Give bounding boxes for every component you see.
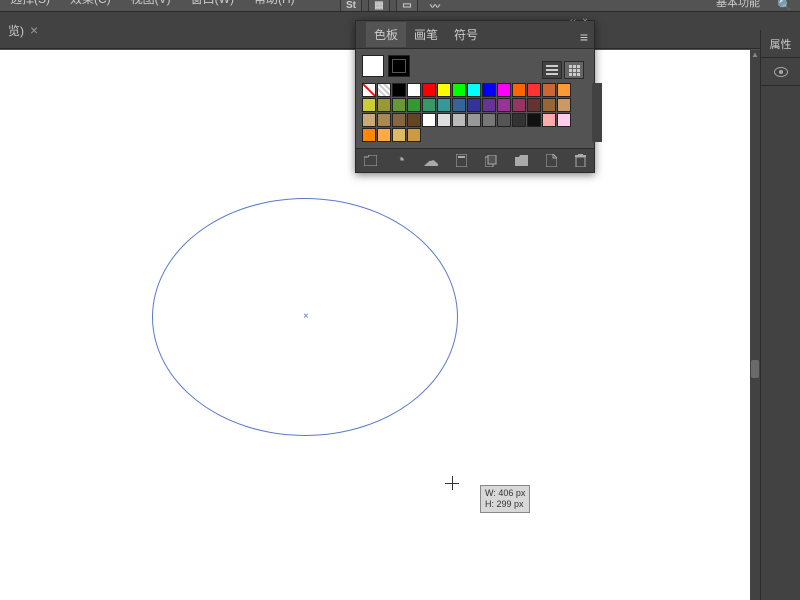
color-swatch[interactable] bbox=[437, 98, 451, 112]
color-swatch[interactable] bbox=[437, 113, 451, 127]
color-swatch[interactable] bbox=[557, 83, 571, 97]
document-tab[interactable]: 览) × bbox=[0, 15, 46, 45]
color-swatch[interactable] bbox=[542, 83, 556, 97]
color-swatch[interactable] bbox=[482, 83, 496, 97]
color-swatch[interactable] bbox=[497, 83, 511, 97]
tab-swatches[interactable]: 色板 bbox=[366, 22, 406, 47]
color-swatch[interactable] bbox=[407, 113, 421, 127]
view-toggle bbox=[542, 61, 584, 79]
color-swatch[interactable] bbox=[527, 113, 541, 127]
color-swatch[interactable] bbox=[497, 113, 511, 127]
color-swatch[interactable] bbox=[557, 113, 571, 127]
layer-visibility[interactable] bbox=[761, 58, 800, 86]
grid-view-button[interactable] bbox=[564, 61, 584, 79]
panel-header: 色板 画笔 符号 ≡ bbox=[356, 21, 594, 49]
color-swatch[interactable] bbox=[377, 83, 391, 97]
color-swatch[interactable] bbox=[512, 113, 526, 127]
fill-color-chip[interactable] bbox=[362, 55, 384, 77]
show-kind-icon[interactable]: ◔ bbox=[395, 154, 406, 168]
color-swatch[interactable] bbox=[362, 113, 376, 127]
color-swatch[interactable] bbox=[377, 98, 391, 112]
color-swatch[interactable] bbox=[512, 83, 526, 97]
color-swatch[interactable] bbox=[392, 113, 406, 127]
color-swatch[interactable] bbox=[422, 113, 436, 127]
color-swatch[interactable] bbox=[482, 98, 496, 112]
color-swatch[interactable] bbox=[512, 98, 526, 112]
color-swatch[interactable] bbox=[377, 113, 391, 127]
scroll-up-icon[interactable]: ▲ bbox=[750, 50, 760, 62]
color-swatch[interactable] bbox=[467, 83, 481, 97]
color-swatch[interactable] bbox=[452, 113, 466, 127]
stroke-color-chip[interactable] bbox=[388, 55, 410, 77]
dimension-tooltip: W: 406 px H: 299 px bbox=[480, 485, 530, 513]
color-swatch[interactable] bbox=[452, 83, 466, 97]
color-swatch[interactable] bbox=[527, 98, 541, 112]
color-swatch[interactable] bbox=[452, 98, 466, 112]
scrollbar-thumb[interactable] bbox=[751, 360, 759, 378]
menu-window[interactable]: 窗口(W) bbox=[191, 0, 234, 8]
color-swatch[interactable] bbox=[437, 83, 451, 97]
color-swatch[interactable] bbox=[407, 128, 421, 142]
tooltip-width: W: 406 px bbox=[485, 488, 525, 499]
folder-icon[interactable] bbox=[515, 154, 528, 168]
swatches-panel: ‹‹ × 色板 画笔 符号 ≡ ◔ ☁ bbox=[355, 20, 595, 173]
grid-icon bbox=[569, 65, 580, 76]
color-swatch[interactable] bbox=[422, 98, 436, 112]
delete-swatch-icon[interactable] bbox=[575, 154, 586, 168]
new-page-icon[interactable] bbox=[546, 154, 557, 168]
tab-brushes[interactable]: 画笔 bbox=[406, 22, 446, 47]
list-icon bbox=[546, 65, 558, 75]
tab-symbols[interactable]: 符号 bbox=[446, 22, 486, 47]
panel-body bbox=[356, 49, 594, 148]
menu-bar: 选择(S) 效果(C) 视图(V) 窗口(W) 帮助(H) St ▦ ▭ 〰 基… bbox=[0, 0, 800, 8]
color-swatch[interactable] bbox=[377, 128, 391, 142]
new-color-group-icon[interactable] bbox=[456, 154, 467, 168]
color-swatch[interactable] bbox=[407, 83, 421, 97]
tab-label: 览) bbox=[8, 22, 24, 39]
swatch-library-icon[interactable] bbox=[364, 154, 377, 168]
tooltip-height: H: 299 px bbox=[485, 499, 525, 510]
workspace-label[interactable]: 基本功能 bbox=[716, 0, 760, 10]
color-swatch[interactable] bbox=[482, 113, 496, 127]
list-view-button[interactable] bbox=[542, 61, 562, 79]
swatch-scrollbar[interactable] bbox=[592, 83, 602, 142]
color-swatch[interactable] bbox=[407, 98, 421, 112]
color-swatch[interactable] bbox=[467, 98, 481, 112]
panel-menu-icon[interactable]: ≡ bbox=[580, 29, 588, 45]
color-swatch[interactable] bbox=[362, 83, 376, 97]
color-swatch[interactable] bbox=[392, 83, 406, 97]
vertical-scrollbar[interactable]: ▲ bbox=[750, 50, 760, 600]
menu-help[interactable]: 帮助(H) bbox=[254, 0, 295, 8]
ellipse-center-marker: × bbox=[303, 315, 307, 319]
new-swatch-icon[interactable] bbox=[485, 154, 497, 168]
tab-close-icon[interactable]: × bbox=[30, 22, 38, 38]
color-swatch[interactable] bbox=[542, 113, 556, 127]
properties-sidebar: 属性 bbox=[760, 30, 800, 600]
color-swatch[interactable] bbox=[557, 98, 571, 112]
color-swatch[interactable] bbox=[527, 83, 541, 97]
properties-header[interactable]: 属性 bbox=[761, 30, 800, 58]
color-swatch[interactable] bbox=[392, 128, 406, 142]
color-swatch[interactable] bbox=[542, 98, 556, 112]
menu-effect[interactable]: 效果(C) bbox=[70, 0, 111, 8]
panel-footer: ◔ ☁ bbox=[356, 148, 594, 172]
menu-select[interactable]: 选择(S) bbox=[10, 0, 50, 8]
ellipse-shape[interactable]: × bbox=[152, 198, 458, 436]
color-swatch[interactable] bbox=[362, 98, 376, 112]
menu-view[interactable]: 视图(V) bbox=[131, 0, 171, 8]
color-swatch[interactable] bbox=[497, 98, 511, 112]
color-swatch[interactable] bbox=[392, 98, 406, 112]
swatch-options-icon[interactable]: ☁ bbox=[424, 154, 438, 168]
color-swatch[interactable] bbox=[467, 113, 481, 127]
swatch-grid bbox=[362, 83, 588, 142]
eye-icon bbox=[774, 67, 788, 77]
color-swatch[interactable] bbox=[422, 83, 436, 97]
color-swatch[interactable] bbox=[362, 128, 376, 142]
